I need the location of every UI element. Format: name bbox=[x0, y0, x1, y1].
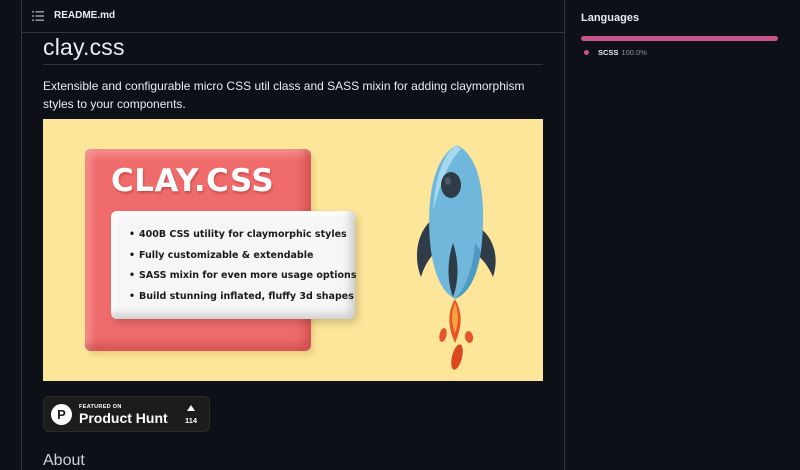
bullet-icon: • bbox=[129, 290, 136, 302]
banner-feature-text: Fully customizable & extendable bbox=[139, 249, 314, 261]
banner-feature-text: 400B CSS utility for claymorphic styles bbox=[139, 229, 347, 240]
language-percent: 100.0% bbox=[621, 48, 647, 57]
readme-panel: README.md clay.css Extensible and config… bbox=[22, 0, 565, 470]
list-icon[interactable] bbox=[32, 11, 44, 21]
banner-title: CLAY.CSS bbox=[111, 163, 275, 199]
product-hunt-name: Product Hunt bbox=[79, 410, 168, 426]
language-color-dot bbox=[584, 50, 589, 55]
readme-filename[interactable]: README.md bbox=[54, 10, 115, 21]
rocket-icon bbox=[417, 145, 496, 370]
languages-bar-segment-scss bbox=[581, 36, 778, 41]
banner-feature-text: Build stunning inflated, fluffy 3d shape… bbox=[139, 290, 354, 302]
about-heading: About bbox=[43, 452, 85, 469]
banner-feature-text: SASS mixin for even more usage options bbox=[139, 270, 357, 281]
bullet-icon: • bbox=[129, 270, 136, 281]
readme-title: clay.css bbox=[43, 34, 125, 60]
title-divider bbox=[43, 64, 543, 65]
banner-feature-item: • Build stunning inflated, fluffy 3d shap… bbox=[129, 289, 356, 310]
product-hunt-logo-letter: P bbox=[57, 407, 66, 422]
language-name: SCSS bbox=[598, 48, 619, 57]
languages-bar bbox=[581, 36, 778, 41]
product-hunt-badge[interactable]: P FEATURED ON Product Hunt 114 bbox=[43, 396, 210, 432]
readme-header: README.md bbox=[22, 0, 564, 33]
banner-feature-item: • Fully customizable & extendable bbox=[129, 248, 356, 269]
languages-heading: Languages bbox=[581, 12, 640, 24]
readme-description: Extensible and configurable micro CSS ut… bbox=[43, 79, 525, 111]
banner-feature-list: • 400B CSS utility for claymorphic styles… bbox=[129, 227, 356, 309]
product-hunt-logo-icon: P bbox=[51, 404, 72, 425]
bullet-icon: • bbox=[129, 249, 136, 261]
banner-feature-item: • 400B CSS utility for claymorphic styles bbox=[129, 227, 356, 248]
bullet-icon: • bbox=[129, 229, 136, 240]
banner-feature-item: • SASS mixin for even more usage options bbox=[129, 268, 356, 289]
language-item-scss[interactable]: SCSS 100.0% bbox=[584, 48, 647, 57]
upvote-triangle-icon bbox=[187, 405, 195, 411]
sidebar: Languages SCSS 100.0% bbox=[581, 0, 781, 470]
upvote-count: 114 bbox=[184, 416, 198, 425]
readme-banner-image[interactable]: CLAY.CSS • 400B CSS utility for claymorph… bbox=[43, 119, 543, 381]
